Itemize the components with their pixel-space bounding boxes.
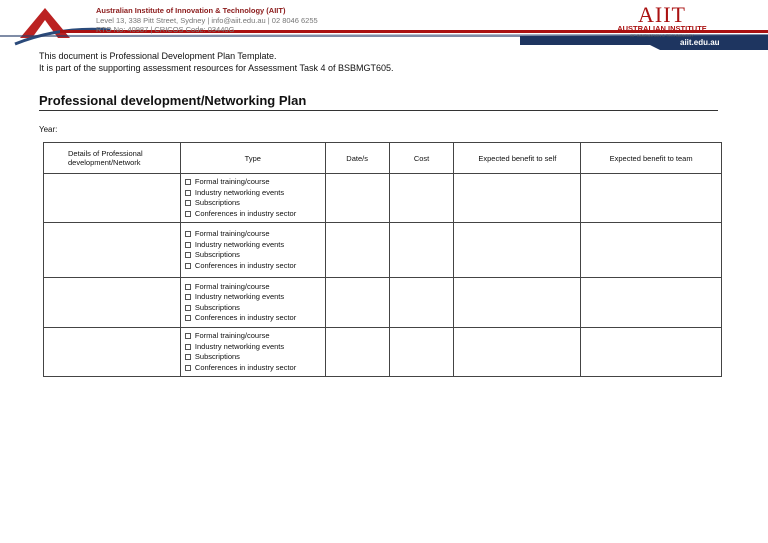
details-cell[interactable] — [43, 327, 181, 377]
type-option[interactable]: Conferences in industry sector — [184, 362, 321, 374]
type-option[interactable]: Subscriptions — [184, 302, 321, 314]
type-cell: Formal training/course Industry networkin… — [179, 277, 326, 328]
option-label: Industry networking events — [194, 239, 285, 249]
table-row: Formal training/course Industry networkin… — [43, 222, 722, 278]
type-option[interactable]: Subscriptions — [184, 250, 321, 261]
checkbox-icon[interactable] — [184, 200, 191, 206]
checkbox-icon[interactable] — [184, 364, 191, 371]
checkbox-icon[interactable] — [184, 354, 191, 360]
option-label: Formal training/course — [194, 177, 270, 186]
table-row: Formal training/course Industry networkin… — [43, 327, 722, 377]
letterhead: Australian Institute of Innovation & Tec… — [0, 0, 768, 50]
checkbox-icon[interactable] — [184, 262, 191, 269]
option-label: Industry networking events — [194, 187, 285, 197]
option-label: Conferences in industry sector — [194, 260, 297, 270]
details-cell[interactable] — [43, 277, 181, 328]
checkbox-icon[interactable] — [184, 179, 191, 185]
benefit-team-cell[interactable] — [580, 277, 722, 328]
checkbox-icon[interactable] — [184, 294, 191, 300]
option-label: Formal training/course — [194, 331, 270, 340]
details-cell[interactable] — [43, 222, 181, 278]
intro-line: This document is Professional Developmen… — [39, 51, 277, 61]
checkbox-icon[interactable] — [184, 241, 191, 248]
dates-cell[interactable] — [324, 222, 390, 278]
checkbox-icon[interactable] — [184, 283, 191, 290]
benefit-team-cell[interactable] — [580, 222, 722, 278]
type-option[interactable]: Conferences in industry sector — [184, 313, 321, 324]
header-dates: Date/s — [324, 142, 390, 174]
org-info: Australian Institute of Innovation & Tec… — [96, 6, 318, 35]
option-label: Industry networking events — [194, 341, 285, 351]
option-label: Formal training/course — [194, 281, 270, 291]
cost-cell[interactable] — [388, 222, 455, 278]
header-cost: Cost — [388, 142, 455, 174]
logo-text: AIIT — [638, 2, 686, 27]
option-label: Conferences in industry sector — [194, 208, 297, 218]
type-option[interactable]: Industry networking events — [184, 292, 321, 303]
option-label: Subscriptions — [194, 302, 240, 312]
header-type: Type — [179, 142, 326, 174]
table-row: Formal training/course Industry networkin… — [43, 277, 722, 328]
type-option[interactable]: Subscriptions — [184, 352, 321, 363]
type-cell: Formal training/course Industry networkin… — [179, 173, 326, 223]
cost-cell[interactable] — [388, 327, 455, 377]
option-label: Subscriptions — [194, 198, 240, 207]
type-option[interactable]: Conferences in industry sector — [184, 260, 321, 272]
dates-cell[interactable] — [324, 327, 390, 377]
plan-table: Details of Professional development/Netw… — [43, 142, 722, 377]
option-label: Conferences in industry sector — [194, 313, 297, 322]
type-option[interactable]: Subscriptions — [184, 198, 321, 209]
header-details: Details of Professional development/Netw… — [43, 142, 181, 174]
checkbox-icon[interactable] — [184, 231, 191, 237]
type-cell: Formal training/course Industry networkin… — [179, 222, 326, 278]
checkbox-icon[interactable] — [184, 315, 191, 321]
type-option[interactable]: Formal training/course — [184, 331, 321, 342]
option-label: Subscriptions — [194, 352, 240, 361]
benefit-team-cell[interactable] — [580, 327, 722, 377]
aiit-logo: AIIT AUSTRALIAN INSTITUTE OF INNOVATION … — [592, 2, 732, 39]
cost-cell[interactable] — [388, 277, 455, 328]
table-row: Formal training/course Industry networkin… — [43, 173, 722, 223]
type-option[interactable]: Formal training/course — [184, 281, 321, 293]
org-address: Level 13, 338 Pitt Street, Sydney | info… — [96, 15, 318, 25]
checkbox-icon[interactable] — [184, 343, 191, 350]
header-benefit-self: Expected benefit to self — [453, 142, 582, 174]
intro-line: It is part of the supporting assessment … — [39, 63, 394, 73]
benefit-team-cell[interactable] — [580, 173, 722, 223]
org-rto: RTO No: 40987 | CRICOS Code: 03440G — [96, 25, 235, 34]
type-option[interactable]: Industry networking events — [184, 341, 321, 353]
option-label: Subscriptions — [194, 250, 240, 259]
type-cell: Formal training/course Industry networkin… — [179, 327, 326, 377]
option-label: Formal training/course — [194, 229, 270, 238]
page-title: Professional development/Networking Plan — [39, 93, 718, 111]
benefit-self-cell[interactable] — [453, 327, 582, 377]
benefit-self-cell[interactable] — [453, 222, 582, 278]
logo-name: AUSTRALIAN INSTITUTE — [617, 24, 707, 33]
cost-cell[interactable] — [388, 173, 455, 223]
org-name: Australian Institute of Innovation & Tec… — [96, 6, 286, 15]
type-option[interactable]: Industry networking events — [184, 187, 321, 199]
intro-text: This document is Professional Developmen… — [39, 50, 394, 74]
type-option[interactable]: Formal training/course — [184, 177, 321, 188]
type-option[interactable]: Conferences in industry sector — [184, 208, 321, 220]
type-option[interactable]: Formal training/course — [184, 229, 321, 240]
benefit-self-cell[interactable] — [453, 173, 582, 223]
checkbox-icon[interactable] — [184, 333, 191, 339]
option-label: Industry networking events — [194, 292, 285, 301]
website: aiit.edu.au — [680, 38, 720, 47]
dates-cell[interactable] — [324, 173, 390, 223]
year-label: Year: — [39, 125, 58, 134]
type-option[interactable]: Industry networking events — [184, 239, 321, 251]
checkbox-icon[interactable] — [184, 189, 191, 196]
checkbox-icon[interactable] — [184, 252, 191, 258]
dates-cell[interactable] — [324, 277, 390, 328]
checkbox-icon[interactable] — [184, 210, 191, 217]
header-benefit-team: Expected benefit to team — [580, 142, 722, 174]
benefit-self-cell[interactable] — [453, 277, 582, 328]
checkbox-icon[interactable] — [184, 304, 191, 311]
option-label: Conferences in industry sector — [194, 362, 297, 372]
details-cell[interactable] — [43, 173, 181, 223]
